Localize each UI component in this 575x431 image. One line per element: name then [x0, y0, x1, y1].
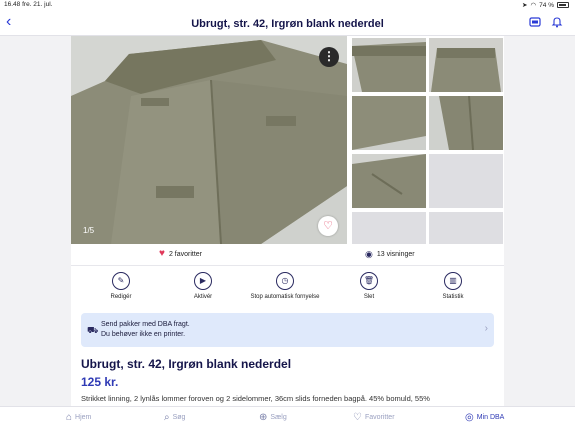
status-bar: 16.48 fre. 21. jul. ➤ ◠ 74 %: [0, 0, 575, 10]
tab-sell-label: Sælg: [270, 414, 287, 421]
location-icon: ➤: [522, 2, 528, 9]
pencil-icon: ✎: [112, 272, 130, 290]
thumbnail-photo[interactable]: [429, 96, 503, 150]
play-icon: ▶: [194, 272, 212, 290]
thumbnail-placeholder: [429, 154, 503, 208]
shipping-line-1: Send pakker med DBA fragt.: [101, 321, 190, 328]
favorites-label: 2 favoritter: [168, 250, 203, 258]
delete-button[interactable]: 🗑︎ Slet: [329, 272, 409, 300]
thumbnail-placeholder: [429, 212, 503, 244]
edit-label: Redigér: [110, 294, 132, 300]
activate-label: Aktivér: [193, 294, 213, 300]
status-time: 16.48: [4, 1, 21, 8]
eye-icon: ◉: [365, 249, 373, 259]
thumbnail-placeholder: [352, 212, 426, 244]
stop-renewal-button[interactable]: ◷ Stop automatisk fornyelse: [245, 272, 325, 300]
tab-my-dba-label: Min DBA: [476, 414, 505, 421]
owner-actions: ✎ Redigér ▶ Aktivér ◷ Stop automatisk fo…: [71, 266, 504, 312]
status-date: fre. 21. jul.: [22, 1, 53, 8]
tab-home-label: Hjem: [75, 414, 92, 421]
stop-renewal-label: Stop automatisk fornyelse: [250, 294, 320, 300]
status-time-date: 16.48 fre. 21. jul.: [4, 1, 52, 8]
main-photo[interactable]: 1/5: [71, 36, 347, 244]
messages-icon[interactable]: [529, 16, 541, 28]
views-label: 13 visninger: [376, 251, 415, 258]
thumbnail-photo[interactable]: [352, 38, 426, 92]
trash-icon: 🗑︎: [360, 272, 378, 290]
home-icon: ⌂: [66, 412, 73, 423]
shipping-line-2: Du behøver ikke en printer.: [101, 331, 186, 338]
nav-bar: ‹ Ubrugt, str. 42, Irgrøn blank nederdel: [0, 10, 575, 36]
profile-icon: ◎: [465, 412, 474, 423]
statistics-label: Statistik: [442, 294, 464, 300]
tab-search-label: Søg: [172, 414, 186, 421]
tab-favorites-label: Favoritter: [364, 414, 395, 421]
tab-search[interactable]: ⌕ Søg: [164, 412, 185, 423]
sell-icon: ⊕: [259, 412, 268, 423]
nav-actions: [529, 16, 563, 28]
battery-icon: [557, 2, 569, 8]
tab-my-dba[interactable]: ◎ Min DBA: [465, 412, 504, 423]
delete-label: Slet: [363, 294, 375, 300]
thumbnail-photo[interactable]: [352, 96, 426, 150]
listing-price: 125 kr.: [81, 375, 119, 389]
heart-icon: ♥: [159, 248, 165, 259]
search-icon: ⌕: [164, 412, 170, 423]
tab-home[interactable]: ⌂ Hjem: [66, 412, 91, 423]
status-indicators: ➤ ◠ 74 %: [522, 1, 569, 9]
tab-bar: ⌂ Hjem ⌕ Søg ⊕ Sælg ♡ Favoritter ◎ Min D…: [0, 406, 575, 431]
bell-icon[interactable]: [551, 16, 563, 28]
more-options-button[interactable]: ⋮: [319, 47, 339, 67]
heart-icon: ♡: [353, 412, 362, 423]
listing-description: Strikket linning, 2 lynlås lommer forove…: [81, 394, 430, 403]
photo-gallery: 1/5 ⋮ ♡: [71, 36, 504, 246]
battery-percent: 74 %: [539, 1, 554, 9]
page-title: Ubrugt, str. 42, Irgrøn blank nederdel: [191, 18, 384, 30]
edit-button[interactable]: ✎ Redigér: [81, 272, 161, 300]
timer-icon: ◷: [276, 272, 294, 290]
listing-content: 1/5 ⋮ ♡ ♥ 2 favoritter ◉ 13 visninger ✎ …: [71, 36, 504, 406]
wifi-icon: ◠: [530, 2, 537, 9]
shipping-banner[interactable]: ⛟ Send pakker med DBA fragt. Du behøver …: [81, 313, 494, 347]
chevron-right-icon: ›: [484, 323, 488, 334]
tab-favorites[interactable]: ♡ Favoritter: [353, 412, 395, 423]
photo-counter: 1/5: [83, 226, 95, 235]
favorite-heart-icon[interactable]: ♡: [318, 216, 338, 236]
thumbnail-photo[interactable]: [429, 38, 503, 92]
thumbnail-photo[interactable]: [352, 154, 426, 208]
views-count: ◉ 13 visninger: [365, 249, 415, 260]
truck-icon: ⛟: [87, 325, 99, 335]
favorites-count: ♥ 2 favoritter: [159, 249, 202, 259]
listing-stats: ♥ 2 favoritter ◉ 13 visninger: [71, 246, 504, 264]
activate-button[interactable]: ▶ Aktivér: [163, 272, 243, 300]
statistics-button[interactable]: ▥ Statistik: [413, 272, 493, 300]
tab-sell[interactable]: ⊕ Sælg: [259, 412, 287, 423]
listing-title: Ubrugt, str. 42, Irgrøn blank nederdel: [81, 357, 292, 371]
stats-icon: ▥: [444, 272, 462, 290]
